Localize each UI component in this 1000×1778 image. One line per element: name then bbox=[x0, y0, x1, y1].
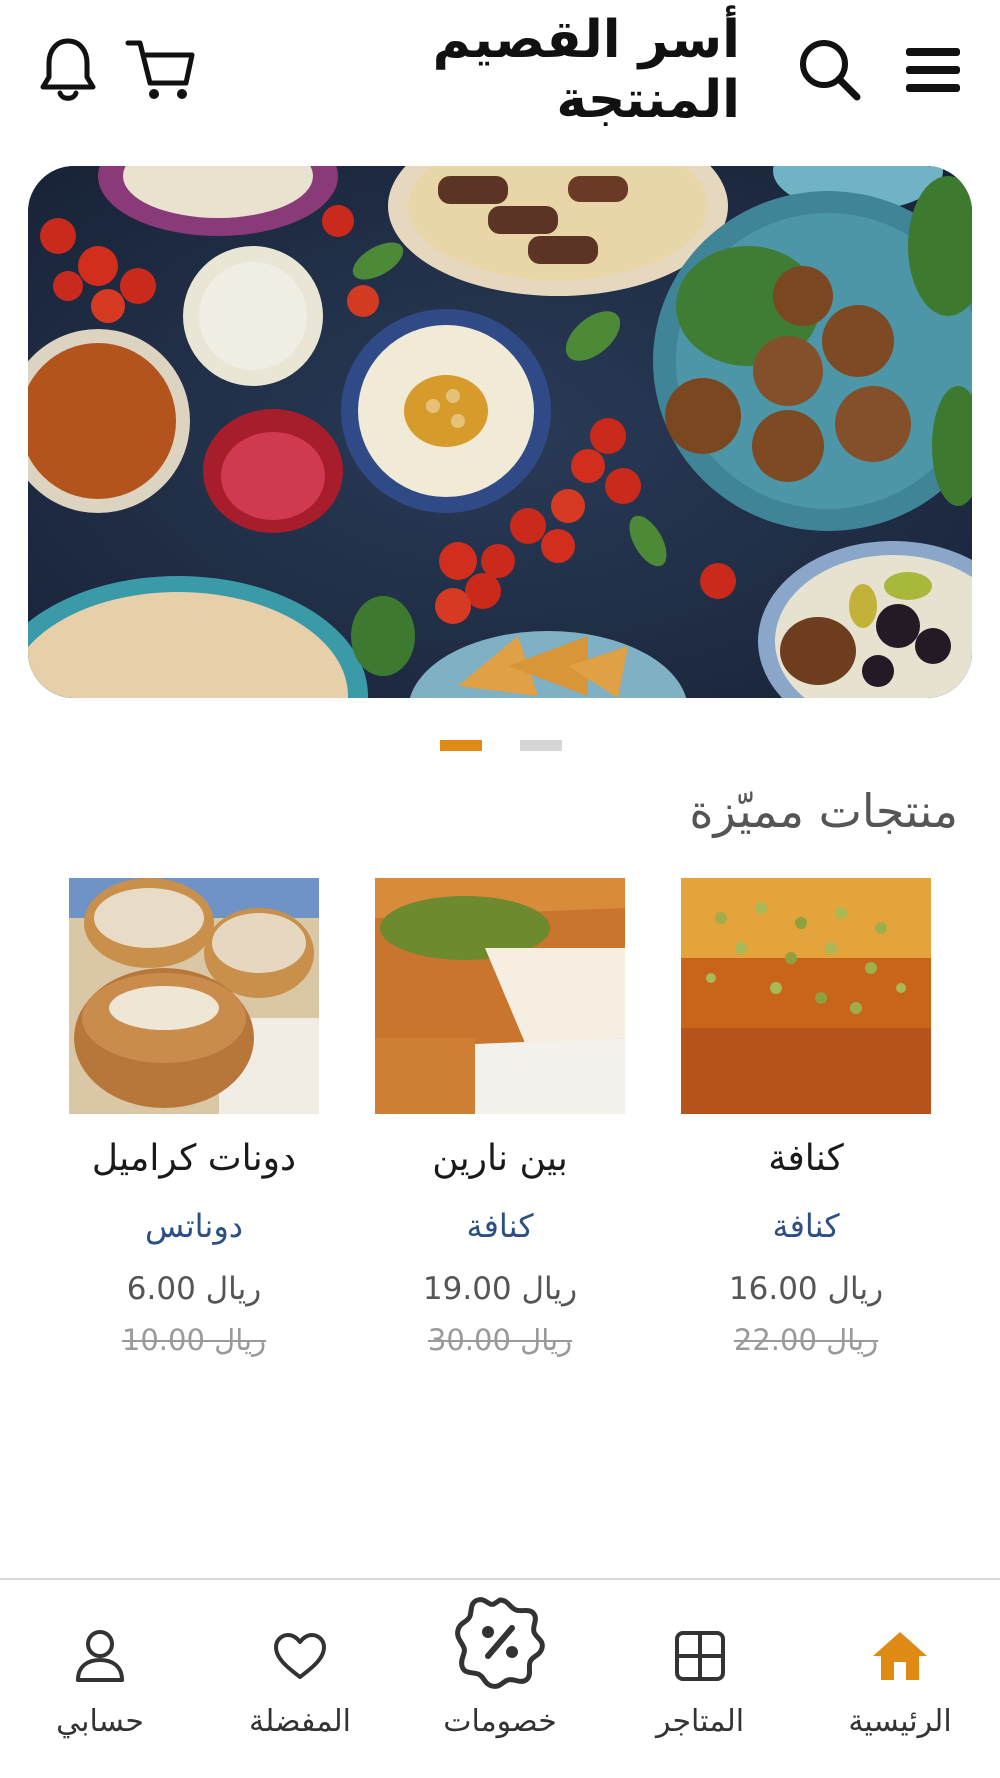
product-price: ريال 6.00 bbox=[126, 1271, 262, 1307]
nav-item-home[interactable]: الرئيسية bbox=[800, 1580, 1000, 1778]
user-icon bbox=[0, 1616, 200, 1696]
product-card[interactable]: كنافة كنافة ريال 16.00 ريال 22.00 bbox=[681, 878, 931, 1398]
nav-item-discounts[interactable]: خصومات bbox=[400, 1580, 600, 1778]
product-card[interactable]: بين نارين كنافة ريال 19.00 ريال 30.00 bbox=[375, 878, 625, 1398]
product-image-bain-narain bbox=[375, 878, 625, 1114]
bell-icon[interactable] bbox=[28, 30, 108, 110]
bottom-navigation: الرئيسية المتاجر خصومات المفضلة حسابي bbox=[0, 1578, 1000, 1778]
product-card[interactable]: دونات كراميل دوناتس ريال 6.00 ريال 10.00 bbox=[69, 878, 319, 1398]
product-category[interactable]: كنافة bbox=[681, 1207, 931, 1245]
nav-label-favorites: المفضلة bbox=[248, 1704, 352, 1739]
nav-label-account: حسابي bbox=[56, 1704, 144, 1739]
pagination-dot[interactable] bbox=[520, 740, 562, 751]
stores-grid-icon bbox=[600, 1616, 800, 1696]
app-title: أسر القصيم المنتجة bbox=[432, 10, 740, 130]
food-banner-image bbox=[28, 166, 972, 698]
banner-pagination bbox=[0, 740, 1000, 752]
app-header: أسر القصيم المنتجة bbox=[0, 0, 1000, 150]
cart-icon[interactable] bbox=[120, 30, 200, 110]
featured-products-title: منتجات مميّزة bbox=[689, 784, 958, 838]
product-name: بين نارين bbox=[432, 1138, 568, 1179]
home-icon bbox=[800, 1616, 1000, 1696]
product-name: دونات كراميل bbox=[91, 1138, 297, 1179]
product-price: ريال 16.00 bbox=[728, 1271, 884, 1307]
nav-item-account[interactable]: حسابي bbox=[0, 1580, 200, 1778]
product-category[interactable]: كنافة bbox=[375, 1207, 625, 1245]
nav-item-stores[interactable]: المتاجر bbox=[600, 1580, 800, 1778]
pagination-dot-active[interactable] bbox=[440, 740, 482, 751]
product-category[interactable]: دوناتس bbox=[69, 1207, 319, 1245]
product-image-caramel-donuts bbox=[69, 878, 319, 1114]
nav-item-favorites[interactable]: المفضلة bbox=[200, 1580, 400, 1778]
nav-label-home: الرئيسية bbox=[848, 1704, 952, 1739]
promo-banner[interactable] bbox=[28, 166, 972, 698]
heart-icon bbox=[200, 1616, 400, 1696]
product-price: ريال 19.00 bbox=[422, 1271, 578, 1307]
product-image-kunafa bbox=[681, 878, 931, 1114]
product-name: كنافة bbox=[768, 1138, 844, 1179]
search-icon[interactable] bbox=[790, 30, 870, 110]
discount-badge-icon bbox=[400, 1594, 600, 1690]
product-old-price: ريال 30.00 bbox=[427, 1323, 573, 1357]
menu-icon[interactable] bbox=[893, 30, 973, 110]
nav-label-stores: المتاجر bbox=[655, 1704, 745, 1739]
product-old-price: ريال 10.00 bbox=[121, 1323, 267, 1357]
nav-label-discounts: خصومات bbox=[443, 1704, 557, 1739]
product-old-price: ريال 22.00 bbox=[733, 1323, 879, 1357]
